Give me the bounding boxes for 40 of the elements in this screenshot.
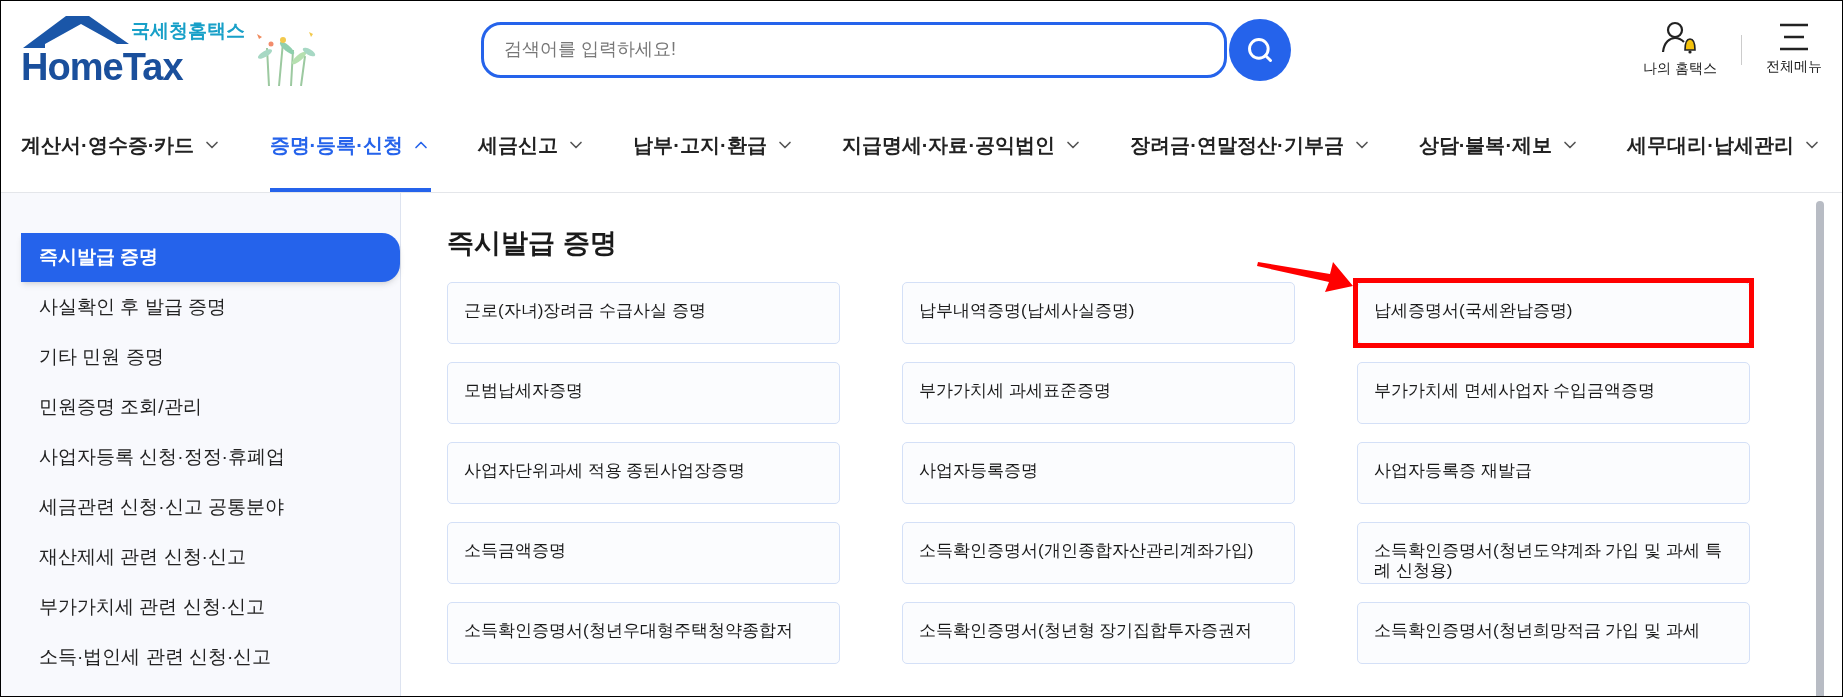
search-field[interactable]: 검색어를 입력하세요! bbox=[481, 21, 1227, 78]
certificate-card[interactable]: 소득확인증명서(청년형 장기집합투자증권저 bbox=[902, 601, 1295, 664]
certificate-card[interactable]: 소득확인증명서(청년우대형주택청약종합저 bbox=[447, 601, 840, 664]
nav-tab[interactable]: 장려금·연말정산·기부금 bbox=[1130, 98, 1372, 192]
certificate-card[interactable]: 소득확인증명서(청년도약계좌 가입 및 과세 특례 신청용) bbox=[1357, 521, 1750, 584]
certificate-card[interactable]: 부가가치세 면세사업자 수입금액증명 bbox=[1357, 361, 1750, 424]
certificate-card[interactable]: 사업자단위과세 적용 종된사업장증명 bbox=[447, 441, 840, 504]
sidebar-item[interactable]: 즉시발급 증명 bbox=[21, 233, 400, 282]
sidebar-item[interactable]: 세금관련 신청·신고 공통분야 bbox=[21, 483, 400, 532]
sidebar-item[interactable]: 기타 민원 증명 bbox=[21, 333, 400, 382]
sidebar-item[interactable]: 부가가치세 관련 신청·신고 bbox=[21, 583, 400, 632]
logo-caption: 국세청홈택스 bbox=[131, 20, 245, 40]
nav-tab[interactable]: 납부·고지·환급 bbox=[633, 98, 795, 192]
section-title: 즉시발급 증명 bbox=[447, 227, 618, 260]
sidebar-item[interactable]: 소득·법인세 관련 신청·신고 bbox=[21, 633, 400, 682]
nav-tab[interactable]: 세금신고 bbox=[478, 98, 587, 192]
certificate-card[interactable]: 소득확인증명서(청년희망적금 가입 및 과세 bbox=[1357, 601, 1750, 664]
menu-icon bbox=[1778, 22, 1810, 52]
my-hometax-button[interactable]: 나의 홈택스 bbox=[1643, 20, 1717, 79]
nav-tab[interactable]: 상담·불복·제보 bbox=[1418, 98, 1581, 192]
certificate-card[interactable]: 부가가치세 과세표준증명 bbox=[902, 361, 1295, 424]
nav-tab[interactable]: 세무대리·납세관리 bbox=[1627, 98, 1822, 192]
certificate-card[interactable]: 납세증명서(국세완납증명) bbox=[1357, 281, 1750, 344]
certificate-card[interactable]: 소득확인증명서(개인종합자산관리계좌가입) bbox=[902, 521, 1295, 584]
house-logo-icon bbox=[21, 13, 131, 48]
sidebar-item[interactable]: 사업자등록 신청·정정·휴폐업 bbox=[21, 433, 400, 482]
nav-tab[interactable]: 지급명세·자료·공익법인 bbox=[841, 98, 1084, 192]
all-menu-button[interactable]: 전체메뉴 bbox=[1766, 22, 1822, 77]
certificate-card[interactable]: 모범납세자증명 bbox=[447, 361, 840, 424]
sidebar-item[interactable]: 사실확인 후 발급 증명 bbox=[21, 283, 400, 332]
certificate-card[interactable]: 납부내역증명(납세사실증명) bbox=[902, 281, 1295, 344]
sidebar-item[interactable]: 민원증명 조회/관리 bbox=[21, 383, 400, 432]
certificate-card[interactable]: 근로(자녀)장려금 수급사실 증명 bbox=[447, 281, 840, 344]
logo-wordmark: HomeTax bbox=[21, 47, 183, 86]
sidebar-item[interactable]: 재산제세 관련 신청·신고 bbox=[21, 533, 400, 582]
certificate-card[interactable]: 사업자등록증 재발급 bbox=[1357, 441, 1750, 504]
search-icon bbox=[1246, 35, 1274, 64]
certificate-card[interactable]: 사업자등록증명 bbox=[902, 441, 1295, 504]
certificate-card[interactable]: 소득금액증명 bbox=[447, 521, 840, 584]
nav-tab[interactable]: 계산서·영수증·카드 bbox=[21, 98, 223, 192]
